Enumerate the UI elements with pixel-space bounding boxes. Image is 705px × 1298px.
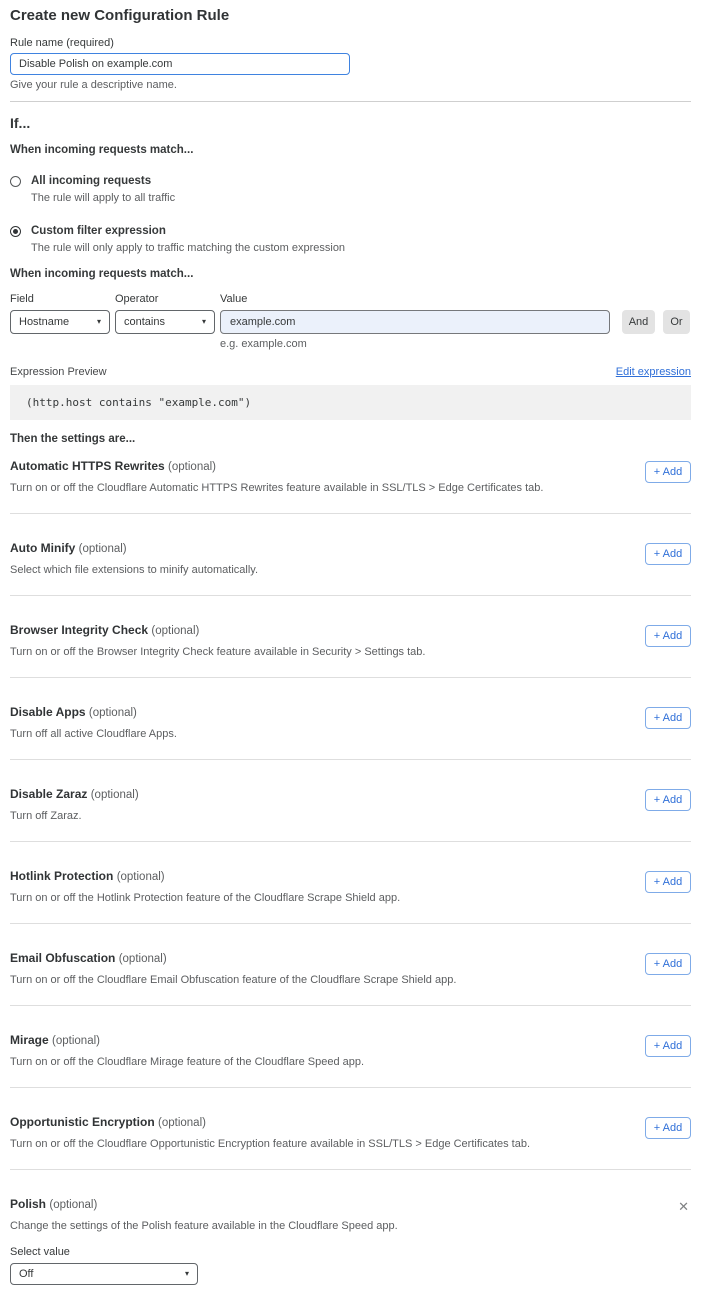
add-button[interactable]: + Add (645, 871, 691, 893)
radio-description: The rule will only apply to traffic matc… (31, 242, 691, 255)
section-divider (10, 101, 691, 102)
rule-name-label: Rule name (required) (10, 36, 691, 50)
add-button[interactable]: + Add (645, 953, 691, 975)
optional-tag: (optional) (52, 1035, 100, 1047)
setting-item-disable-apps: Disable Apps (optional) Turn off all act… (10, 678, 691, 760)
expression-preview-label: Expression Preview (10, 366, 107, 378)
field-label: Field (10, 292, 115, 306)
optional-tag: (optional) (89, 707, 137, 719)
add-button[interactable]: + Add (645, 625, 691, 647)
setting-description: Turn on or off the Cloudflare Email Obfu… (10, 974, 456, 987)
radio-option-custom-filter[interactable]: Custom filter expression The rule will o… (10, 224, 691, 255)
setting-title: Mirage (optional) (10, 1033, 364, 1049)
operator-select-value: contains (124, 316, 165, 328)
setting-title: Disable Zaraz (optional) (10, 787, 139, 803)
edit-expression-link[interactable]: Edit expression (616, 366, 691, 378)
rule-name-helper: Give your rule a descriptive name. (10, 79, 691, 92)
optional-tag: (optional) (49, 1199, 97, 1211)
setting-item-polish: Polish (optional) Change the settings of… (10, 1170, 691, 1298)
operator-select[interactable]: contains ▾ (115, 310, 215, 334)
operator-label: Operator (115, 292, 220, 306)
rule-name-input[interactable] (10, 53, 350, 75)
field-select-value: Hostname (19, 316, 69, 328)
select-value-label: Select value (10, 1245, 398, 1259)
setting-description: Turn on or off the Browser Integrity Che… (10, 646, 425, 659)
setting-title: Email Obfuscation (optional) (10, 951, 456, 967)
setting-item-auto-minify: Auto Minify (optional) Select which file… (10, 514, 691, 596)
setting-item-browser-integrity-check: Browser Integrity Check (optional) Turn … (10, 596, 691, 678)
optional-tag: (optional) (117, 871, 165, 883)
setting-item-opportunistic-encryption: Opportunistic Encryption (optional) Turn… (10, 1088, 691, 1170)
chevron-down-icon: ▾ (202, 318, 206, 326)
add-button[interactable]: + Add (645, 789, 691, 811)
add-button[interactable]: + Add (645, 1035, 691, 1057)
setting-description: Select which file extensions to minify a… (10, 564, 258, 577)
optional-tag: (optional) (158, 1117, 206, 1129)
and-button[interactable]: And (622, 310, 655, 334)
radio-unchecked-icon[interactable] (10, 176, 21, 187)
incoming-requests-match-label-2: When incoming requests match... (10, 268, 691, 281)
value-input[interactable] (220, 310, 610, 334)
create-configuration-rule-page: Create new Configuration Rule Rule name … (0, 0, 705, 1298)
radio-label: Custom filter expression (31, 224, 166, 238)
setting-item-automatic-https-rewrites: Automatic HTTPS Rewrites (optional) Turn… (10, 446, 691, 514)
setting-item-mirage: Mirage (optional) Turn on or off the Clo… (10, 1006, 691, 1088)
chevron-down-icon: ▾ (97, 318, 101, 326)
add-button[interactable]: + Add (645, 461, 691, 483)
optional-tag: (optional) (79, 543, 127, 555)
radio-description: The rule will apply to all traffic (31, 192, 691, 205)
setting-title: Opportunistic Encryption (optional) (10, 1115, 530, 1131)
value-helper: e.g. example.com (220, 338, 691, 351)
setting-description: Turn off Zaraz. (10, 810, 139, 823)
incoming-requests-match-label: When incoming requests match... (10, 144, 691, 157)
setting-title: Hotlink Protection (optional) (10, 869, 400, 885)
setting-description: Turn on or off the Cloudflare Opportunis… (10, 1138, 530, 1151)
value-label: Value (220, 292, 247, 306)
polish-select-value: Off (19, 1268, 33, 1280)
optional-tag: (optional) (119, 953, 167, 965)
optional-tag: (optional) (151, 625, 199, 637)
if-heading: If... (10, 115, 691, 131)
setting-item-hotlink-protection: Hotlink Protection (optional) Turn on or… (10, 842, 691, 924)
add-button[interactable]: + Add (645, 1117, 691, 1139)
setting-description: Turn off all active Cloudflare Apps. (10, 728, 177, 741)
chevron-down-icon: ▾ (185, 1270, 189, 1278)
radio-checked-icon[interactable] (10, 226, 21, 237)
add-button[interactable]: + Add (645, 707, 691, 729)
optional-tag: (optional) (168, 461, 216, 473)
setting-item-email-obfuscation: Email Obfuscation (optional) Turn on or … (10, 924, 691, 1006)
radio-label: All incoming requests (31, 174, 151, 188)
setting-title: Disable Apps (optional) (10, 705, 177, 721)
or-button[interactable]: Or (663, 310, 690, 334)
page-title: Create new Configuration Rule (10, 8, 691, 24)
setting-description: Change the settings of the Polish featur… (10, 1220, 398, 1233)
setting-title: Browser Integrity Check (optional) (10, 623, 425, 639)
then-settings-label: Then the settings are... (10, 433, 691, 446)
field-select[interactable]: Hostname ▾ (10, 310, 110, 334)
polish-value-select[interactable]: Off ▾ (10, 1263, 198, 1285)
setting-title: Auto Minify (optional) (10, 541, 258, 557)
setting-title: Automatic HTTPS Rewrites (optional) (10, 459, 543, 475)
setting-description: Turn on or off the Cloudflare Mirage fea… (10, 1056, 364, 1069)
optional-tag: (optional) (91, 789, 139, 801)
setting-item-disable-zaraz: Disable Zaraz (optional) Turn off Zaraz.… (10, 760, 691, 842)
setting-description: Turn on or off the Hotlink Protection fe… (10, 892, 400, 905)
setting-description: Turn on or off the Cloudflare Automatic … (10, 482, 543, 495)
expression-preview-code: (http.host contains "example.com") (10, 385, 691, 420)
setting-title: Polish (optional) (10, 1197, 398, 1213)
add-button[interactable]: + Add (645, 543, 691, 565)
close-icon[interactable]: ✕ (676, 1200, 691, 1213)
radio-option-all-incoming[interactable]: All incoming requests The rule will appl… (10, 174, 691, 205)
